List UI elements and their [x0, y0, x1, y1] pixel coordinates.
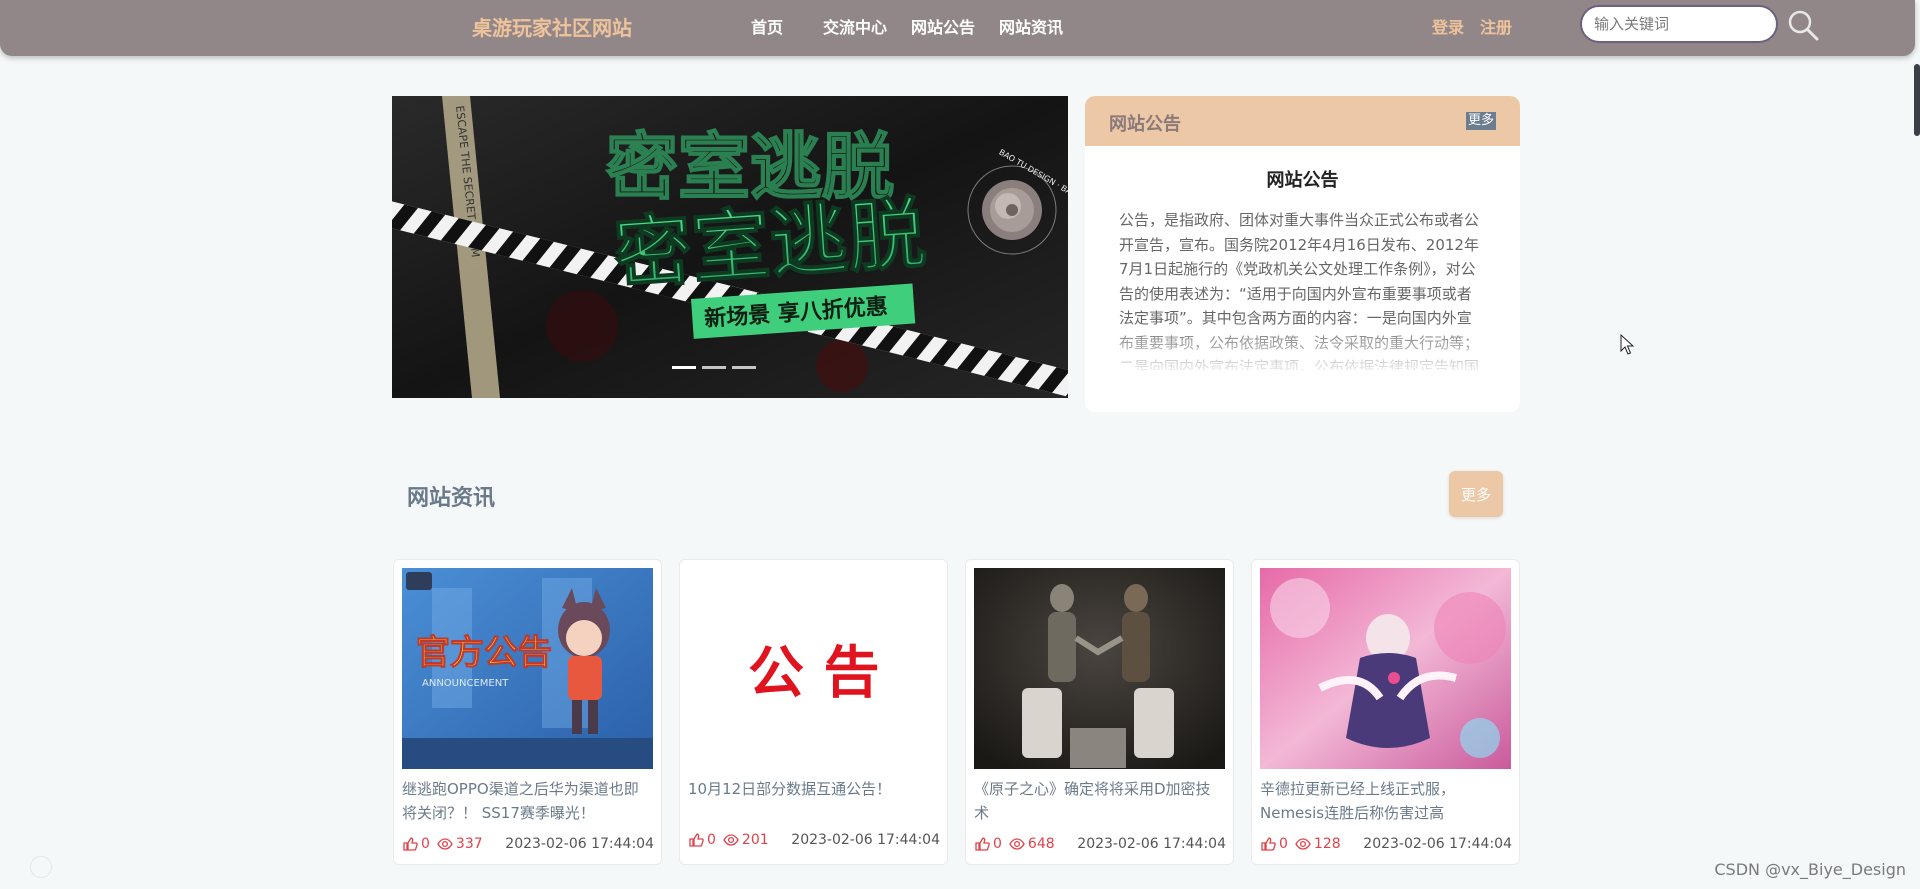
news-card-meta: 0 128 2023-02-06 17:44:04 [1260, 834, 1512, 854]
notice-more-button[interactable]: 更多 [1465, 112, 1496, 130]
notice-body: 公告，是指政府、团体对重大事件当众正式公布或者公开宣告，宣布。国务院2012年4… [1119, 211, 1480, 370]
news-card-meta: 0 648 2023-02-06 17:44:04 [974, 834, 1226, 854]
nav-exchange-center[interactable]: 交流中心 [823, 14, 887, 38]
news-card[interactable]: 官方公告 ANNOUNCEMENT 继逃跑OPPO渠道之后华为渠道也即将关闭？！… [393, 559, 662, 865]
banner-dot[interactable] [702, 366, 726, 369]
news-card-date: 2023-02-06 17:44:04 [1363, 836, 1512, 852]
watermark: CSDN @vx_Biye_Design [1714, 860, 1906, 879]
view-count: 201 [741, 832, 769, 848]
eye-icon [1295, 838, 1311, 850]
top-nav-bar: 桌游玩家社区网站 首页 交流中心 网站公告 网站资讯 登录 注册 [0, 0, 1915, 56]
banner-pagination [672, 366, 756, 369]
thumbs-up-icon [975, 837, 990, 851]
news-card-date: 2023-02-06 17:44:04 [1077, 836, 1226, 852]
notice-header: 网站公告 更多 [1085, 96, 1520, 146]
card-image-text: 官方公告 [416, 633, 552, 673]
news-card-meta: 0 201 2023-02-06 17:44:04 [688, 830, 940, 850]
like-count: 0 [993, 836, 1002, 852]
news-card-title[interactable]: 10月12日部分数据互通公告！ [688, 777, 939, 801]
notice-panel: 网站公告 更多 网站公告 公告，是指政府、团体对重大事件当众正式公布或者公开宣告… [1085, 96, 1520, 412]
scrollbar-thumb[interactable] [1914, 64, 1920, 136]
banner-carousel[interactable]: ESCAPE THE SECRET ROOM 密室逃脱 密室逃脱 新场景 享八折… [392, 96, 1068, 398]
eye-icon [1009, 838, 1025, 850]
news-card-image[interactable] [1260, 568, 1511, 769]
like-count: 0 [1279, 836, 1288, 852]
view-count: 337 [455, 836, 483, 852]
news-card-image[interactable]: 官方公告 ANNOUNCEMENT [402, 568, 653, 769]
thumbs-up-icon [403, 837, 418, 851]
news-card[interactable]: 公 告 10月12日部分数据互通公告！ 0 201 2023-02-06 17:… [679, 559, 948, 865]
search-icon[interactable] [1786, 8, 1820, 42]
news-card-date: 2023-02-06 17:44:04 [505, 836, 654, 852]
news-card-image[interactable] [974, 568, 1225, 769]
nav-site-notice[interactable]: 网站公告 [911, 14, 975, 38]
notice-header-title: 网站公告 [1109, 114, 1181, 135]
eye-icon [437, 838, 453, 850]
register-link[interactable]: 注册 [1480, 14, 1512, 38]
site-title[interactable]: 桌游玩家社区网站 [472, 12, 632, 41]
like-stat[interactable]: 0 [1260, 836, 1295, 852]
view-stat: 337 [437, 836, 483, 852]
like-stat[interactable]: 0 [688, 832, 723, 848]
news-card-title[interactable]: 辛德拉更新已经上线正式服，Nemesis连胜后称伤害过高 [1260, 777, 1511, 825]
mouse-cursor-icon [1620, 334, 1634, 355]
login-link[interactable]: 登录 [1432, 14, 1464, 38]
view-stat: 201 [723, 832, 769, 848]
thumbs-up-icon [689, 833, 704, 847]
view-stat: 128 [1295, 836, 1341, 852]
card-image-text: 公 告 [748, 641, 880, 706]
news-card-image[interactable]: 公 告 [688, 568, 939, 769]
floating-circle-icon[interactable] [30, 856, 52, 878]
search-input[interactable] [1580, 5, 1778, 43]
view-stat: 648 [1009, 836, 1055, 852]
news-card-meta: 0 337 2023-02-06 17:44:04 [402, 834, 654, 854]
news-card-date: 2023-02-06 17:44:04 [791, 832, 940, 848]
like-stat[interactable]: 0 [402, 836, 437, 852]
eye-icon [723, 834, 739, 846]
notice-title[interactable]: 网站公告 [1085, 166, 1520, 192]
view-count: 648 [1027, 836, 1055, 852]
news-more-button[interactable]: 更多 [1449, 471, 1503, 517]
banner-dot[interactable] [732, 366, 756, 369]
card-image-subtext: ANNOUNCEMENT [422, 678, 509, 689]
news-card[interactable]: 《原子之心》确定将将采用D加密技术 0 648 2023-02-06 17:44… [965, 559, 1234, 865]
nav-home[interactable]: 首页 [751, 14, 783, 38]
like-count: 0 [421, 836, 430, 852]
thumbs-up-icon [1261, 837, 1276, 851]
nav-site-news[interactable]: 网站资讯 [999, 14, 1063, 38]
news-card-title[interactable]: 继逃跑OPPO渠道之后华为渠道也即将关闭？！ SS17赛季曝光！ [402, 777, 653, 825]
like-count: 0 [707, 832, 716, 848]
like-stat[interactable]: 0 [974, 836, 1009, 852]
news-section-title: 网站资讯 [407, 486, 496, 511]
news-card[interactable]: 辛德拉更新已经上线正式服，Nemesis连胜后称伤害过高 0 128 2023-… [1251, 559, 1520, 865]
news-card-title[interactable]: 《原子之心》确定将将采用D加密技术 [974, 777, 1225, 825]
view-count: 128 [1313, 836, 1341, 852]
banner-dot[interactable] [672, 366, 696, 369]
banner-image: ESCAPE THE SECRET ROOM 密室逃脱 密室逃脱 新场景 享八折… [392, 96, 1068, 398]
